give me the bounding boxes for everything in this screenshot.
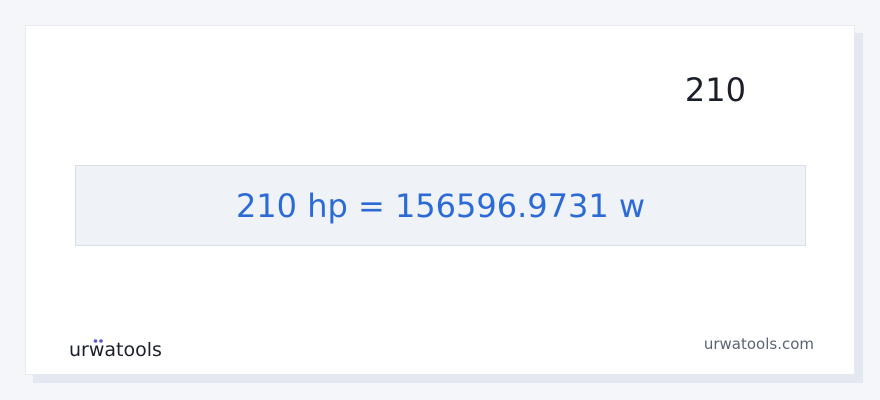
input-value: 210 bbox=[684, 71, 746, 109]
urwatools-logo-icon: urwatools bbox=[69, 339, 162, 361]
logo-accent-dot bbox=[99, 339, 103, 343]
page-background: 210 210 hp = 156596.9731 w urwatools urw… bbox=[0, 0, 880, 400]
logo-accent-dot bbox=[93, 339, 98, 343]
conversion-result: 210 hp = 156596.9731 w bbox=[235, 186, 646, 225]
site-url[interactable]: urwatools.com bbox=[704, 335, 814, 353]
logo-wordmark: urwatools bbox=[69, 339, 162, 361]
result-box: 210 hp = 156596.9731 w bbox=[75, 165, 806, 246]
conversion-card: 210 210 hp = 156596.9731 w urwatools urw… bbox=[25, 25, 855, 375]
